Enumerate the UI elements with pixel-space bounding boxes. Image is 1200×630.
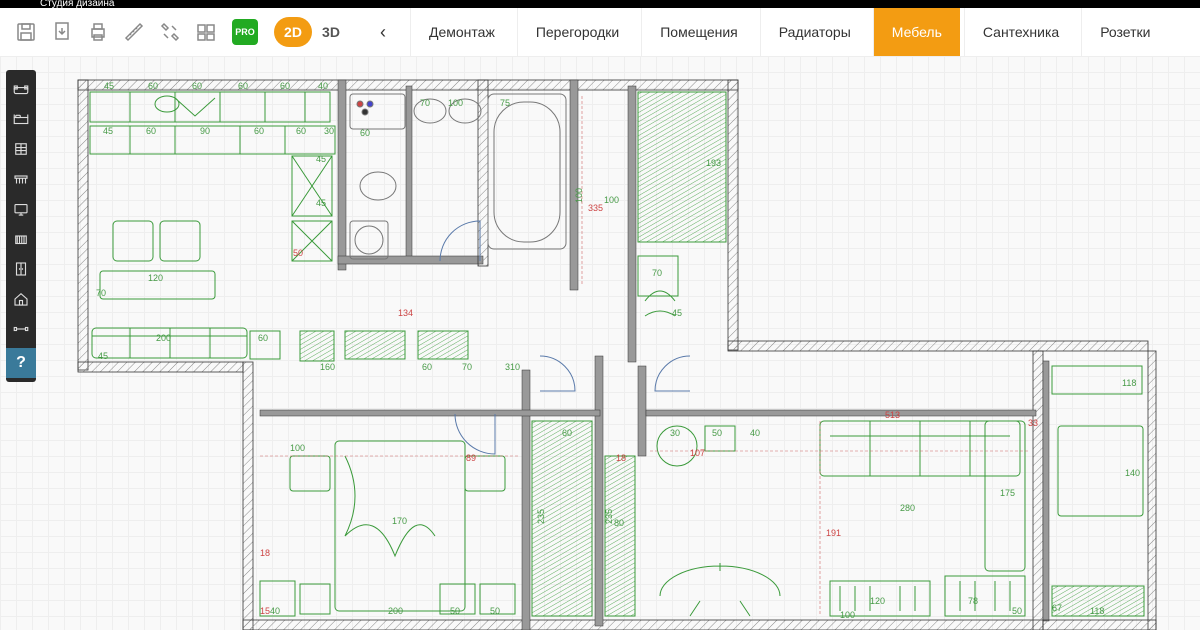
- svg-text:50: 50: [450, 606, 460, 616]
- svg-text:75: 75: [500, 98, 510, 108]
- print-button[interactable]: [82, 16, 114, 48]
- svg-text:50: 50: [712, 428, 722, 438]
- svg-text:60: 60: [360, 128, 370, 138]
- svg-text:70: 70: [462, 362, 472, 372]
- svg-text:200: 200: [388, 606, 403, 616]
- svg-text:18: 18: [616, 453, 626, 463]
- svg-text:100: 100: [290, 443, 305, 453]
- svg-text:15: 15: [260, 606, 270, 616]
- walls-lower: [243, 351, 1156, 630]
- svg-text:160: 160: [320, 362, 335, 372]
- tab-sockets[interactable]: Розетки: [1081, 8, 1168, 56]
- svg-text:50: 50: [490, 606, 500, 616]
- svg-text:60: 60: [146, 126, 156, 136]
- svg-text:70: 70: [420, 98, 430, 108]
- svg-text:118: 118: [1090, 606, 1104, 616]
- svg-text:200: 200: [156, 333, 171, 343]
- svg-text:60: 60: [562, 428, 572, 438]
- svg-text:60: 60: [238, 81, 248, 91]
- tab-plumbing[interactable]: Сантехника: [964, 8, 1077, 56]
- svg-text:45: 45: [103, 126, 113, 136]
- svg-text:40: 40: [318, 81, 328, 91]
- svg-text:513: 513: [885, 410, 900, 420]
- bathroom-fixtures: [350, 94, 566, 259]
- svg-text:40: 40: [750, 428, 760, 438]
- view-3d[interactable]: 3D: [312, 17, 350, 47]
- svg-text:235: 235: [536, 509, 546, 524]
- svg-text:18: 18: [260, 548, 270, 558]
- svg-text:70: 70: [652, 268, 662, 278]
- main-toolbar: PRO 2D 3D ‹ Демонтаж Перегородки Помещен…: [0, 8, 1200, 57]
- tab-furniture[interactable]: Мебель: [873, 8, 960, 56]
- svg-text:67: 67: [1052, 603, 1062, 613]
- svg-text:60: 60: [254, 126, 264, 136]
- svg-text:175: 175: [1000, 488, 1015, 498]
- svg-text:89: 89: [466, 453, 476, 463]
- svg-text:50: 50: [293, 248, 303, 258]
- svg-text:120: 120: [870, 596, 885, 606]
- svg-text:335: 335: [588, 203, 603, 213]
- svg-text:45: 45: [98, 351, 108, 361]
- floorplan-canvas[interactable]: 45 60 60 60 60 40 45 60 90 60 60 30 45 45 120 70 200…: [0, 56, 1200, 630]
- svg-text:60: 60: [192, 81, 202, 91]
- svg-text:100: 100: [574, 188, 584, 203]
- svg-text:100: 100: [604, 195, 619, 205]
- svg-text:134: 134: [398, 308, 413, 318]
- pro-badge[interactable]: PRO: [232, 19, 258, 45]
- tab-rooms[interactable]: Помещения: [641, 8, 756, 56]
- svg-text:193: 193: [706, 158, 721, 168]
- download-button[interactable]: [46, 16, 78, 48]
- svg-text:60: 60: [422, 362, 432, 372]
- view-2d[interactable]: 2D: [274, 17, 312, 47]
- dimensions-red: 335 134 89 18 107 191 513 33 15 18 50: [260, 203, 1038, 616]
- svg-text:45: 45: [672, 308, 682, 318]
- layers-button[interactable]: [190, 16, 222, 48]
- svg-text:40: 40: [270, 606, 280, 616]
- svg-text:30: 30: [670, 428, 680, 438]
- svg-text:120: 120: [148, 273, 163, 283]
- tab-radiators[interactable]: Радиаторы: [760, 8, 869, 56]
- svg-text:310: 310: [505, 362, 520, 372]
- app-header: Студия дизайна: [0, 0, 1200, 8]
- svg-text:107: 107: [690, 448, 705, 458]
- svg-text:78: 78: [968, 596, 978, 606]
- workspace[interactable]: ?: [0, 56, 1200, 630]
- tab-walls[interactable]: Перегородки: [517, 8, 637, 56]
- svg-text:191: 191: [826, 528, 841, 538]
- save-button[interactable]: [10, 16, 42, 48]
- svg-text:140: 140: [1125, 468, 1140, 478]
- svg-text:100: 100: [840, 610, 855, 620]
- svg-text:30: 30: [324, 126, 334, 136]
- svg-text:235: 235: [604, 509, 614, 524]
- svg-text:280: 280: [900, 503, 915, 513]
- tab-demolition[interactable]: Демонтаж: [410, 8, 513, 56]
- svg-text:60: 60: [296, 126, 306, 136]
- svg-text:45: 45: [316, 198, 326, 208]
- svg-text:90: 90: [200, 126, 210, 136]
- tools-button[interactable]: [154, 16, 186, 48]
- measure-tool[interactable]: [118, 16, 150, 48]
- svg-text:170: 170: [392, 516, 407, 526]
- svg-text:100: 100: [448, 98, 463, 108]
- svg-text:60: 60: [148, 81, 158, 91]
- svg-text:70: 70: [96, 288, 106, 298]
- svg-text:45: 45: [316, 154, 326, 164]
- svg-text:118: 118: [1122, 378, 1136, 388]
- svg-text:33: 33: [1028, 418, 1038, 428]
- svg-text:60: 60: [258, 333, 268, 343]
- svg-text:50: 50: [1012, 606, 1022, 616]
- view-toggle: 2D 3D: [274, 17, 350, 47]
- svg-text:45: 45: [104, 81, 114, 91]
- svg-text:60: 60: [280, 81, 290, 91]
- svg-text:80: 80: [614, 518, 624, 528]
- nav-prev[interactable]: ‹: [368, 17, 398, 47]
